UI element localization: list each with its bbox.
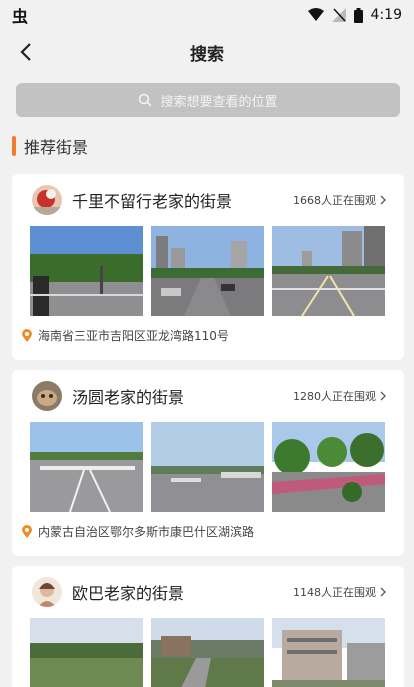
- viewer-count-text: 1668人正在围观: [293, 194, 376, 207]
- street-photo[interactable]: [30, 618, 143, 687]
- street-view-card[interactable]: 欧巴老家的街景 1148人正在围观: [12, 566, 404, 687]
- viewer-count-text: 1280人正在围观: [293, 390, 376, 403]
- street-photo[interactable]: [151, 618, 264, 687]
- card-header: 欧巴老家的街景 1148人正在围观: [12, 566, 404, 618]
- chevron-right-icon: [380, 391, 386, 401]
- search-placeholder: 搜索想要查看的位置: [160, 94, 278, 110]
- location-row: 内蒙古自治区鄂尔多斯市康巴什区湖滨路: [12, 512, 404, 550]
- viewer-count[interactable]: 1148人正在围观: [293, 584, 386, 600]
- street-photo[interactable]: [30, 422, 143, 512]
- chevron-left-icon: [20, 43, 31, 61]
- page-title: 搜索: [190, 44, 224, 65]
- street-photo[interactable]: [272, 422, 385, 512]
- viewer-count-text: 1148人正在围观: [293, 586, 376, 599]
- viewer-count[interactable]: 1668人正在围观: [293, 192, 386, 208]
- avatar: [32, 577, 62, 607]
- photo-row: [12, 422, 404, 512]
- back-button[interactable]: [12, 38, 40, 66]
- location-text: 海南省三亚市吉阳区亚龙湾路110号: [38, 328, 229, 343]
- chevron-right-icon: [380, 587, 386, 597]
- street-photo[interactable]: [272, 226, 385, 316]
- photo-row: [12, 226, 404, 316]
- street-photo[interactable]: [151, 226, 264, 316]
- chevron-right-icon: [380, 195, 386, 205]
- avatar: [32, 381, 62, 411]
- card-title: 欧巴老家的街景: [72, 584, 185, 603]
- street-photo[interactable]: [151, 422, 264, 512]
- wifi-icon: [307, 8, 324, 21]
- viewer-count[interactable]: 1280人正在围观: [293, 388, 386, 404]
- nav-bar: 搜索: [0, 30, 414, 74]
- section-title: 推荐街景: [24, 138, 89, 157]
- signal-icon: [331, 8, 346, 22]
- photo-row: [12, 618, 404, 687]
- street-photo[interactable]: [30, 226, 143, 316]
- card-header: 汤圆老家的街景 1280人正在围观: [12, 370, 404, 422]
- status-icons: 4:19: [307, 7, 402, 23]
- card-title: 千里不留行老家的街景: [72, 192, 233, 211]
- battery-icon: [353, 7, 363, 23]
- search-input[interactable]: 搜索想要查看的位置: [16, 83, 400, 117]
- search-icon: [139, 93, 153, 107]
- street-view-card[interactable]: 汤圆老家的街景 1280人正在围观 内蒙古自治区鄂尔多斯市康巴什区湖滨路: [12, 370, 404, 556]
- location-text: 内蒙古自治区鄂尔多斯市康巴什区湖滨路: [38, 524, 255, 539]
- card-header: 千里不留行老家的街景 1668人正在围观: [12, 174, 404, 226]
- status-time: 4:19: [370, 7, 402, 23]
- location-row: 海南省三亚市吉阳区亚龙湾路110号: [12, 316, 404, 354]
- street-view-card[interactable]: 千里不留行老家的街景 1668人正在围观 海南省三亚市吉阳区亚龙湾路110号: [12, 174, 404, 360]
- section-accent-bar: [12, 136, 16, 156]
- status-bar: 虫 4:19: [0, 0, 414, 30]
- avatar: [32, 185, 62, 215]
- location-pin-icon: [22, 328, 32, 342]
- street-photo[interactable]: [272, 618, 385, 687]
- card-title: 汤圆老家的街景: [72, 388, 185, 407]
- bug-icon: 虫: [12, 7, 29, 26]
- section-header: 推荐街景: [12, 134, 88, 158]
- location-pin-icon: [22, 524, 32, 538]
